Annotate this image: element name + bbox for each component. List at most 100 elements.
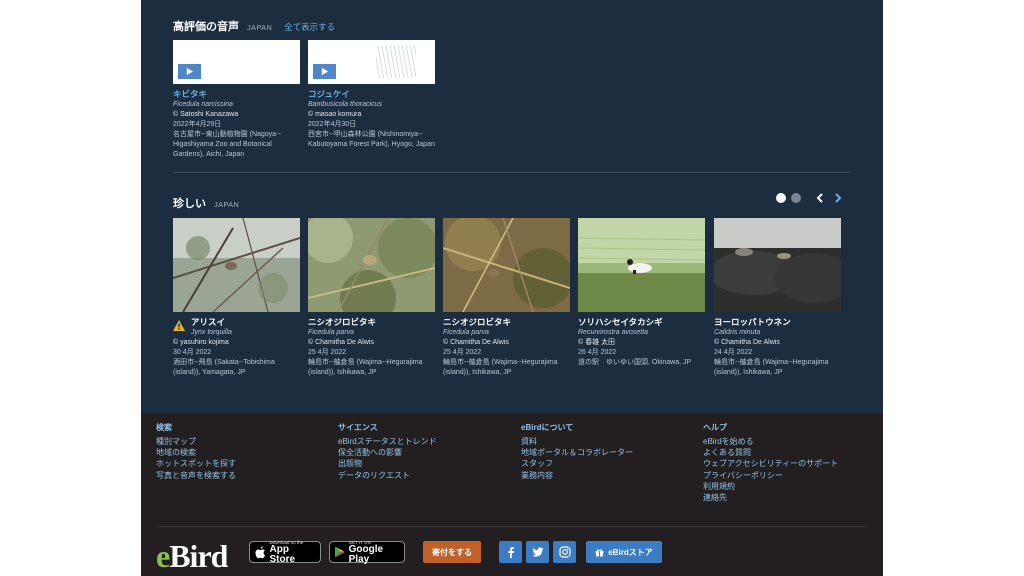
rare-region: JAPAN (214, 200, 240, 209)
species-scientific-name: Calidris minuta (714, 329, 761, 336)
photographer-name: © Chamitha De Alwis (714, 339, 780, 346)
footer-heading: サイエンス (338, 423, 378, 432)
observation-location: 輪島市--舳倉島 (Wajima--Hegurajima (island)), … (443, 359, 558, 376)
rare-sighting-card[interactable]: アリスイ Jynx torquilla © yasuhiro kojima 30… (173, 218, 300, 378)
footer-heading: ヘルプ (703, 423, 727, 432)
observation-date: 25 4月 2022 (443, 349, 482, 356)
footer-column-explore: 検索 種別マップ 地域の検索 ホットスポットを探す 写真と音声を検索する (156, 422, 236, 481)
facebook-button[interactable] (499, 541, 522, 563)
footer-link[interactable]: 保全活動への影響 (338, 447, 437, 458)
footer-link[interactable]: 種別マップ (156, 436, 236, 447)
rare-title: 珍しい (173, 198, 206, 210)
top-rated-region: JAPAN (247, 23, 273, 32)
donate-button[interactable]: 寄付をする (423, 541, 481, 563)
site-footer: 検索 種別マップ 地域の検索 ホットスポットを探す 写真と音声を検索する サイエ… (141, 413, 883, 576)
photographer-name: © Chamitha De Alwis (443, 339, 509, 346)
facebook-icon (507, 547, 514, 558)
observation-date: 30 4月 2022 (173, 349, 212, 356)
audio-card[interactable]: キビタキ Ficedula narcissina © Satoshi Kanaz… (173, 40, 300, 160)
footer-link[interactable]: eBirdを始める (703, 436, 838, 447)
observation-location: 輪島市--舳倉島 (Wajima--Hegurajima (island)), … (714, 359, 829, 376)
audio-card[interactable]: コジュケイ Bambusicola thoracicus © masao kom… (308, 40, 435, 150)
footer-link[interactable]: よくある質問 (703, 447, 838, 458)
apple-icon (255, 545, 266, 558)
warning-icon (173, 320, 185, 331)
observation-location: 酒田市--飛島 (Sakata--Tobishima (island)), Ya… (173, 359, 275, 376)
rare-header: 珍しい JAPAN (173, 195, 239, 211)
footer-link[interactable]: 資料 (521, 436, 633, 447)
bird-photo[interactable] (308, 218, 435, 312)
play-button[interactable] (178, 64, 201, 79)
bird-photo[interactable] (443, 218, 570, 312)
main-content: 高評価の音声 JAPAN 全て表示する キビタキ Ficedula narcis… (141, 0, 883, 576)
footer-link[interactable]: 業務内容 (521, 470, 633, 481)
footer-link[interactable]: ホットスポットを探す (156, 458, 236, 469)
recorder-name: © masao komura (308, 111, 362, 118)
play-icon (186, 67, 194, 76)
top-rated-header: 高評価の音声 JAPAN 全て表示する (173, 18, 335, 34)
twitter-button[interactable] (526, 541, 549, 563)
footer-link[interactable]: eBirdステータスとトレンド (338, 436, 437, 447)
footer-link[interactable]: 地域の検索 (156, 447, 236, 458)
species-common-name[interactable]: コジュケイ (308, 89, 435, 100)
footer-link[interactable]: データのリクエスト (338, 470, 437, 481)
ebird-store-button[interactable]: eBirdストア (586, 541, 662, 563)
footer-link[interactable]: 利用規約 (703, 481, 838, 492)
play-icon (321, 67, 329, 76)
footer-column-help: ヘルプ eBirdを始める よくある質問 ウェブアクセシビリティーのサポート プ… (703, 422, 838, 503)
bird-photo[interactable] (714, 218, 841, 312)
app-store-badge[interactable]: Download on the App Store (249, 540, 321, 565)
google-play-big-text: Google Play (348, 543, 384, 565)
observation-date: 2022年4月30日 (308, 121, 357, 128)
footer-heading: 検索 (156, 423, 172, 432)
instagram-icon (558, 546, 571, 558)
photographer-name: © 春雄 太田 (578, 339, 616, 346)
recorder-name: © Satoshi Kanazawa (173, 111, 239, 118)
footer-column-science: サイエンス eBirdステータスとトレンド 保全活動への影響 出版物 データのリ… (338, 422, 437, 481)
footer-link[interactable]: スタッフ (521, 458, 633, 469)
observation-date: 2022年4月29日 (173, 121, 222, 128)
rare-sighting-card[interactable]: ヨーロッパトウネン Calidris minuta © Chamitha De … (714, 218, 841, 378)
species-scientific-name: Ficedula parva (443, 329, 489, 336)
carousel-dot[interactable] (791, 193, 801, 203)
rare-sighting-card[interactable]: ニシオジロビタキ Ficedula parva © Chamitha De Al… (443, 218, 570, 378)
twitter-icon (531, 547, 543, 557)
species-common-name[interactable]: ニシオジロビタキ (443, 317, 570, 328)
footer-link[interactable]: 出版物 (338, 458, 437, 469)
footer-link[interactable]: ウェブアクセシビリティーのサポート (703, 458, 838, 469)
carousel-dot-active[interactable] (776, 193, 786, 203)
google-play-badge[interactable]: GET IT ON Google Play (329, 540, 405, 565)
species-common-name[interactable]: ニシオジロビタキ (308, 317, 435, 328)
rare-sighting-card[interactable]: ソリハシセイタカシギ Recurvirostra avosetta © 春雄 太… (578, 218, 705, 368)
species-scientific-name: Ficedula parva (308, 329, 354, 336)
spectrogram-thumbnail[interactable] (308, 40, 435, 84)
footer-link[interactable]: 写真と音声を検索する (156, 470, 236, 481)
bird-photo[interactable] (173, 218, 300, 312)
gift-icon (595, 548, 604, 556)
observation-location: 西宮市--甲山森林公園 (Nishinomiya--Kabutoyama For… (308, 131, 435, 148)
top-rated-title: 高評価の音声 (173, 21, 239, 33)
species-common-name[interactable]: ヨーロッパトウネン (714, 317, 841, 328)
ebird-logo[interactable]: eBird (156, 538, 228, 575)
footer-heading: eBirdについて (521, 423, 574, 432)
photographer-name: © yasuhiro kojima (173, 339, 229, 346)
bird-photo[interactable] (578, 218, 705, 312)
rare-sighting-card[interactable]: ニシオジロビタキ Ficedula parva © Chamitha De Al… (308, 218, 435, 378)
instagram-button[interactable] (553, 541, 576, 563)
footer-link[interactable]: 地域ポータル＆コラボレーター (521, 447, 633, 458)
species-scientific-name: Recurvirostra avosetta (578, 329, 649, 336)
show-all-link[interactable]: 全て表示する (284, 21, 335, 33)
app-store-big-text: App Store (269, 543, 296, 565)
spectrogram-thumbnail[interactable] (173, 40, 300, 84)
play-button[interactable] (313, 64, 336, 79)
chevron-left-icon[interactable] (814, 192, 826, 204)
footer-link[interactable]: プライバシーポリシー (703, 470, 838, 481)
species-scientific-name: Bambusicola thoracicus (308, 101, 382, 108)
chevron-right-icon[interactable] (832, 192, 844, 204)
species-common-name[interactable]: ソリハシセイタカシギ (578, 317, 705, 328)
species-common-name[interactable]: アリスイ (173, 317, 300, 328)
observation-location: 道の駅 ゆいゆい国頭, Okinawa, JP (578, 359, 692, 366)
footer-link[interactable]: 連絡先 (703, 492, 838, 503)
species-scientific-name: Ficedula narcissina (173, 101, 233, 108)
species-common-name[interactable]: キビタキ (173, 89, 300, 100)
